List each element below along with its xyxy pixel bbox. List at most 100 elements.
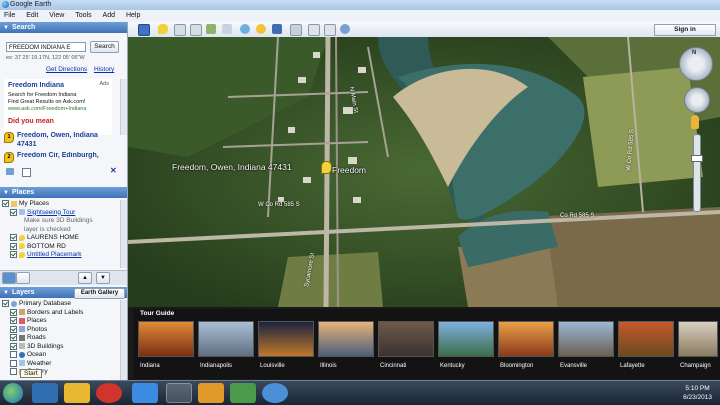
search-input[interactable]: FREEDOM INDIANA E: [6, 42, 86, 52]
search-button[interactable]: Search: [90, 41, 119, 53]
checkbox[interactable]: [10, 325, 17, 333]
tour-caption[interactable]: Bloomington: [500, 363, 560, 369]
tour-thumbnail[interactable]: [198, 321, 254, 357]
look-around-control[interactable]: N: [679, 47, 713, 81]
result-text[interactable]: Freedom, Owen, Indiana 47431: [17, 131, 113, 149]
layer-item[interactable]: Roads: [2, 334, 120, 343]
zoom-slider[interactable]: [691, 134, 703, 212]
record-tour-icon[interactable]: [222, 24, 232, 34]
checkbox[interactable]: [2, 300, 9, 307]
search-scrollbar[interactable]: [120, 79, 127, 135]
menu-tools[interactable]: Tools: [71, 10, 96, 21]
taskbar-google-earth-icon[interactable]: [262, 383, 288, 403]
tour-thumbnail[interactable]: [318, 321, 374, 357]
tour-caption[interactable]: Lafayette: [620, 363, 680, 369]
taskbar-chrome-icon[interactable]: [166, 383, 192, 403]
tour-thumbnail[interactable]: [498, 321, 554, 357]
layer-item[interactable]: Places: [2, 317, 120, 326]
tour-thumbnail[interactable]: [378, 321, 434, 357]
checkbox[interactable]: [10, 251, 17, 258]
menu-edit[interactable]: Edit: [22, 10, 43, 21]
menu-view[interactable]: View: [45, 10, 69, 21]
get-directions-link[interactable]: Get Directions: [46, 66, 87, 73]
tour-thumbnail[interactable]: [258, 321, 314, 357]
menu-file[interactable]: File: [0, 10, 20, 21]
tour-caption[interactable]: Evansville: [560, 363, 620, 369]
result-item-1[interactable]: 1 Freedom, Owen, Indiana 47431: [4, 129, 114, 151]
folder-icon[interactable]: [6, 168, 14, 175]
layer-item[interactable]: Borders and Labels: [2, 308, 120, 318]
places-item[interactable]: My Places: [2, 200, 120, 209]
layer-item[interactable]: Photos: [2, 325, 120, 335]
tour-caption[interactable]: Indianapolis: [200, 363, 260, 369]
checkbox[interactable]: [2, 200, 9, 207]
menu-help[interactable]: Help: [122, 10, 145, 21]
history-link[interactable]: History: [94, 66, 114, 73]
tour-caption[interactable]: Kentucky: [440, 363, 500, 369]
add-path-icon[interactable]: [190, 24, 202, 36]
taskbar-ie-icon[interactable]: [132, 383, 158, 403]
earth-gallery-button[interactable]: Earth Gallery: [74, 288, 125, 299]
tour-caption[interactable]: Cincinnati: [380, 363, 440, 369]
menu-add[interactable]: Add: [99, 10, 120, 21]
tour-thumbnail[interactable]: [138, 321, 194, 357]
add-polygon-icon[interactable]: [174, 24, 186, 36]
places-scrollbar[interactable]: [120, 200, 127, 268]
checkbox[interactable]: [10, 242, 17, 250]
places-item[interactable]: BOTTOM RD: [2, 242, 120, 252]
checkbox[interactable]: [10, 351, 17, 358]
checkbox[interactable]: [10, 317, 17, 324]
checkbox[interactable]: [10, 342, 17, 350]
result-text[interactable]: Freedom Cir, Edinburgh,: [17, 152, 113, 159]
places-item[interactable]: LAURENS HOME: [2, 234, 120, 243]
add-placemark-icon[interactable]: [158, 24, 168, 34]
checkbox[interactable]: [10, 234, 17, 241]
tour-thumbnail[interactable]: [558, 321, 614, 357]
places-item[interactable]: Sightseeing Tour: [2, 208, 120, 218]
layer-item[interactable]: Ocean: [2, 351, 120, 360]
pin-label[interactable]: Freedom: [332, 165, 366, 175]
add-overlay-icon[interactable]: [206, 24, 216, 34]
view-in-maps-icon[interactable]: [340, 24, 350, 34]
sidebar-toggle-icon[interactable]: [138, 24, 150, 36]
tour-caption[interactable]: Louisville: [260, 363, 320, 369]
checkbox[interactable]: [10, 334, 17, 341]
layer-item[interactable]: 3D Buildings: [2, 342, 120, 352]
switch-sky-icon[interactable]: [272, 24, 282, 34]
move-control[interactable]: [684, 87, 710, 113]
email-icon[interactable]: [308, 24, 320, 36]
historical-imagery-icon[interactable]: [240, 24, 250, 34]
tour-caption[interactable]: Illinois: [320, 363, 380, 369]
layer-item[interactable]: Primary Database: [2, 300, 120, 309]
checkbox[interactable]: [10, 208, 17, 216]
tour-caption[interactable]: Indiana: [140, 363, 200, 369]
layer-item[interactable]: Weather: [2, 359, 120, 369]
search-section-header[interactable]: ▼ Search: [0, 22, 127, 33]
tour-thumbnail[interactable]: [438, 321, 494, 357]
start-button[interactable]: [3, 383, 23, 403]
move-up-button[interactable]: ▲: [78, 272, 92, 284]
result-item-2[interactable]: 2 Freedom Cir, Edinburgh,: [4, 152, 114, 163]
ad-title[interactable]: Freedom Indiana: [8, 82, 64, 89]
sign-in-button[interactable]: Sign in: [654, 24, 716, 36]
map-view[interactable]: Freedom, Owen, Indiana 47431 Freedom W C…: [128, 37, 720, 307]
taskbar-media-player-icon[interactable]: [198, 383, 224, 403]
places-section-header[interactable]: ▼ Places: [0, 187, 127, 198]
taskbar-chart-icon[interactable]: [64, 383, 90, 403]
sidebar-toggle-button[interactable]: [16, 272, 30, 284]
copy-icon[interactable]: [22, 168, 31, 177]
tour-thumbnail[interactable]: [678, 321, 718, 357]
place-label[interactable]: Freedom, Owen, Indiana 47431: [172, 162, 292, 172]
layers-scrollbar[interactable]: [120, 300, 127, 380]
checkbox[interactable]: [10, 359, 17, 367]
close-icon[interactable]: ✕: [110, 166, 117, 175]
zoom-slider-thumb[interactable]: [691, 155, 703, 162]
taskbar-monitor-icon[interactable]: [230, 383, 256, 403]
ruler-icon[interactable]: [290, 24, 302, 36]
taskbar-media-icon[interactable]: [96, 383, 122, 403]
ad-block[interactable]: Freedom Indiana Ads Search for Freedom I…: [4, 79, 112, 135]
checkbox[interactable]: [10, 308, 17, 316]
print-icon[interactable]: [324, 24, 336, 36]
places-item[interactable]: Untitled Placemark: [2, 251, 120, 260]
system-clock[interactable]: 5:10 PM 6/23/2013: [683, 384, 712, 402]
